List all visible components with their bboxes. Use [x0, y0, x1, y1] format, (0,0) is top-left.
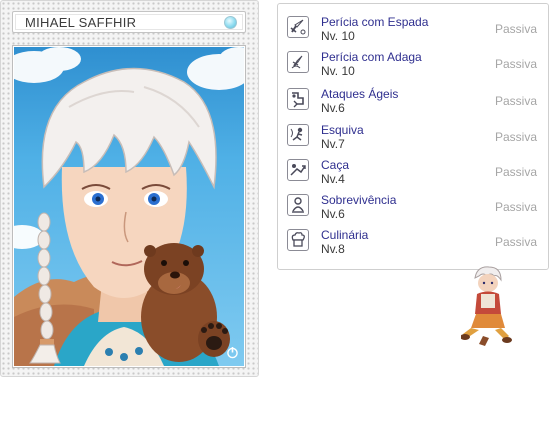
skill-type: Passiva — [494, 57, 537, 71]
skill-name: Perícia com Adaga — [321, 50, 422, 64]
skill-level: Nv.7 — [321, 137, 345, 151]
character-card: MIHAEL SAFFHIR — [0, 0, 259, 377]
skill-type: Passiva — [494, 235, 537, 249]
skill-level: Nv. 10 — [321, 64, 355, 78]
skill-row-hunting[interactable]: Caça Nv.4 Passiva — [278, 157, 549, 191]
skill-type: Passiva — [494, 22, 537, 36]
skill-level: Nv. 10 — [321, 29, 355, 43]
skill-row-sword-mastery[interactable]: Perícia com Espada Nv. 10 Passiva — [278, 14, 549, 48]
skill-row-cooking[interactable]: Culinária Nv.8 Passiva — [278, 227, 549, 261]
dagger-skill-icon — [287, 51, 309, 73]
dodge-skill-icon — [287, 124, 309, 146]
survival-skill-icon — [287, 194, 309, 216]
status-indicator-icon — [224, 16, 237, 29]
skill-type: Passiva — [494, 200, 537, 214]
skill-name: Culinária — [321, 228, 369, 242]
skill-name: Ataques Ágeis — [321, 87, 399, 101]
skill-name: Caça — [321, 158, 350, 172]
power-icon[interactable] — [226, 346, 239, 359]
portrait-frame — [12, 45, 246, 368]
character-sprite — [461, 266, 512, 346]
character-name: MIHAEL SAFFHIR — [25, 15, 137, 30]
skills-panel: Perícia com Espada Nv. 10 Passiva Períci… — [277, 3, 549, 270]
agile-skill-icon — [287, 88, 309, 110]
skill-type: Passiva — [494, 130, 537, 144]
character-name-plate: MIHAEL SAFFHIR — [12, 11, 246, 33]
skill-level: Nv.4 — [321, 172, 345, 186]
skill-row-survival[interactable]: Sobrevivência Nv.6 Passiva — [278, 192, 549, 226]
character-portrait — [14, 47, 244, 366]
skill-name: Perícia com Espada — [321, 15, 429, 29]
skill-level: Nv.6 — [321, 207, 345, 221]
skill-type: Passiva — [494, 165, 537, 179]
skill-level: Nv.6 — [321, 101, 345, 115]
cooking-skill-icon — [287, 229, 309, 251]
sword-skill-icon — [287, 16, 309, 38]
skill-type: Passiva — [494, 94, 537, 108]
hunt-skill-icon — [287, 159, 309, 181]
skill-name: Sobrevivência — [321, 193, 397, 207]
skill-level: Nv.8 — [321, 242, 345, 256]
skill-row-agile-attacks[interactable]: Ataques Ágeis Nv.6 Passiva — [278, 86, 549, 120]
skill-name: Esquiva — [321, 123, 364, 137]
skill-row-dodge[interactable]: Esquiva Nv.7 Passiva — [278, 122, 549, 156]
portrait-illustration — [14, 47, 244, 366]
skill-row-dagger-mastery[interactable]: Perícia com Adaga Nv. 10 Passiva — [278, 49, 549, 83]
